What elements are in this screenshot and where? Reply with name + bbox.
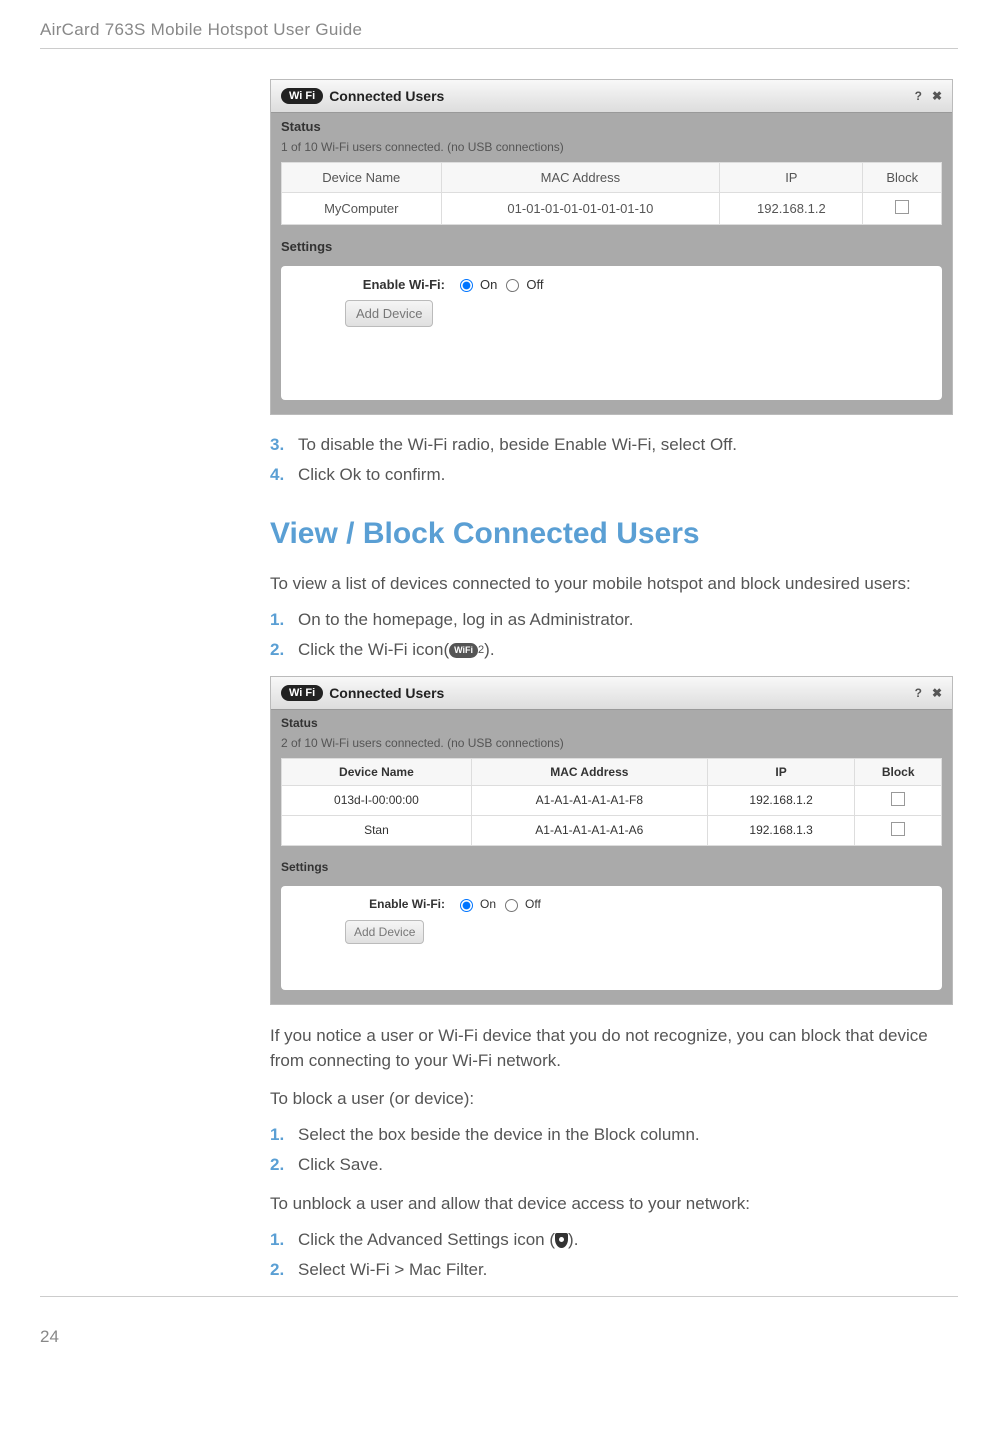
block-checkbox[interactable] (891, 792, 905, 806)
cell-device: MyComputer (282, 193, 442, 225)
steps-list-d: 1. Click the Advanced Settings icon (). … (270, 1228, 953, 1282)
section-heading: View / Block Connected Users (270, 517, 953, 551)
wifi-on-radio[interactable] (460, 899, 473, 912)
close-icon[interactable]: ✖ (932, 89, 942, 103)
wifi-off-radio[interactable] (506, 279, 519, 292)
settings-box: Enable Wi-Fi: On Off Add Device (281, 886, 942, 990)
step-item: 2.Select Wi-Fi > Mac Filter. (270, 1258, 953, 1282)
table-row: 013d-I-00:00:00 A1-A1-A1-A1-A1-F8 192.16… (282, 785, 942, 815)
cell-mac: A1-A1-A1-A1-A1-F8 (471, 785, 707, 815)
enable-wifi-label: Enable Wi-Fi: (295, 897, 445, 911)
cell-device: Stan (282, 815, 472, 845)
col-ip: IP (720, 163, 863, 193)
step-item: 2.Click Save. (270, 1153, 953, 1177)
on-label: On (480, 897, 496, 911)
off-label: Off (526, 277, 543, 292)
col-block: Block (855, 758, 942, 785)
off-label: Off (525, 897, 541, 911)
steps-list-c: 1.Select the box beside the device in th… (270, 1123, 953, 1177)
step-text: ). (568, 1230, 578, 1249)
col-device: Device Name (282, 163, 442, 193)
panel-header: Wi Fi Connected Users ? ✖ (271, 677, 952, 710)
settings-label: Settings (271, 233, 952, 258)
page-number: 24 (40, 1327, 958, 1347)
settings-label: Settings (271, 854, 952, 878)
step-item: 1.Select the box beside the device in th… (270, 1123, 953, 1147)
col-mac: MAC Address (471, 758, 707, 785)
status-text: 1 of 10 Wi-Fi users connected. (no USB c… (271, 138, 952, 162)
add-device-button[interactable]: Add Device (345, 300, 433, 327)
step-item: 4.Click Ok to confirm. (270, 463, 953, 487)
steps-list-b: 1.On to the homepage, log in as Administ… (270, 608, 953, 662)
divider (40, 1296, 958, 1297)
step-text: ). (484, 640, 494, 659)
block-intro: To block a user (or device): (270, 1086, 953, 1112)
help-icon[interactable]: ? (915, 686, 922, 700)
enable-wifi-label: Enable Wi-Fi: (295, 277, 445, 292)
wifi-icon: WiFi (449, 643, 478, 658)
wifi-off-radio[interactable] (505, 899, 518, 912)
status-label: Status (271, 113, 952, 138)
divider (40, 48, 958, 49)
panel-title: Connected Users (329, 88, 914, 104)
settings-box: Enable Wi-Fi: On Off Add Device (281, 266, 942, 400)
col-ip: IP (707, 758, 855, 785)
steps-list-a: 3.To disable the Wi-Fi radio, beside Ena… (270, 433, 953, 487)
table-row: Stan A1-A1-A1-A1-A1-A6 192.168.1.3 (282, 815, 942, 845)
close-icon[interactable]: ✖ (932, 686, 942, 700)
block-checkbox[interactable] (895, 200, 909, 214)
col-mac: MAC Address (441, 163, 720, 193)
step-text: Click the Wi-Fi icon( (298, 640, 449, 659)
table-row: MyComputer 01-01-01-01-01-01-01-10 192.1… (282, 193, 942, 225)
on-label: On (480, 277, 497, 292)
wifi-on-radio[interactable] (460, 279, 473, 292)
shield-icon (555, 1233, 568, 1248)
cell-mac: A1-A1-A1-A1-A1-A6 (471, 815, 707, 845)
step-text: Click the Advanced Settings icon ( (298, 1230, 555, 1249)
users-table: Device Name MAC Address IP Block 013d-I-… (281, 758, 942, 846)
step-item: 2. Click the Wi-Fi icon(WiFi2). (270, 638, 953, 662)
wifi-icon: Wi Fi (281, 88, 323, 104)
step-item: 1. Click the Advanced Settings icon (). (270, 1228, 953, 1252)
status-label: Status (271, 710, 952, 734)
status-text: 2 of 10 Wi-Fi users connected. (no USB c… (271, 734, 952, 758)
cell-mac: 01-01-01-01-01-01-01-10 (441, 193, 720, 225)
panel-header: Wi Fi Connected Users ? ✖ (271, 80, 952, 113)
intro-text: To view a list of devices connected to y… (270, 571, 953, 597)
notice-text: If you notice a user or Wi-Fi device tha… (270, 1023, 953, 1074)
col-block: Block (863, 163, 942, 193)
connected-users-panel-2: Wi Fi Connected Users ? ✖ Status 2 of 10… (270, 676, 953, 1005)
cell-ip: 192.168.1.2 (707, 785, 855, 815)
cell-device: 013d-I-00:00:00 (282, 785, 472, 815)
unblock-intro: To unblock a user and allow that device … (270, 1191, 953, 1217)
cell-ip: 192.168.1.2 (720, 193, 863, 225)
connected-users-panel-1: Wi Fi Connected Users ? ✖ Status 1 of 10… (270, 79, 953, 415)
help-icon[interactable]: ? (915, 89, 922, 103)
page-header: AirCard 763S Mobile Hotspot User Guide (40, 20, 958, 40)
step-item: 3.To disable the Wi-Fi radio, beside Ena… (270, 433, 953, 457)
users-table: Device Name MAC Address IP Block MyCompu… (281, 162, 942, 225)
add-device-button[interactable]: Add Device (345, 920, 424, 944)
panel-title: Connected Users (329, 685, 914, 701)
step-item: 1.On to the homepage, log in as Administ… (270, 608, 953, 632)
wifi-icon: Wi Fi (281, 685, 323, 701)
block-checkbox[interactable] (891, 822, 905, 836)
cell-ip: 192.168.1.3 (707, 815, 855, 845)
col-device: Device Name (282, 758, 472, 785)
